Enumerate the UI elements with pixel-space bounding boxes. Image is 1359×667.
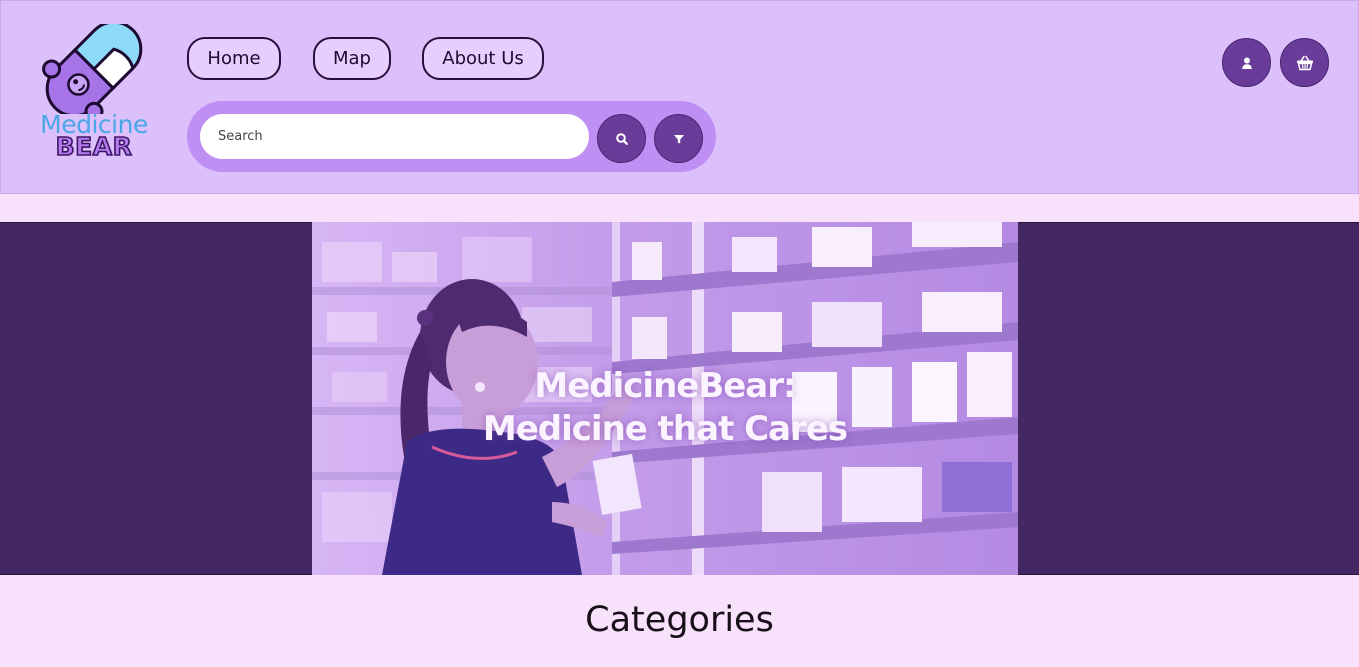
hero-title: MedicineBear: Medicine that Cares xyxy=(312,365,1018,451)
user-icon xyxy=(1241,57,1252,69)
hero-title-line1: MedicineBear: xyxy=(534,366,796,406)
hero-title-line2: Medicine that Cares xyxy=(482,409,848,449)
search-button[interactable] xyxy=(597,114,646,163)
nav-map-button[interactable]: Map xyxy=(313,37,391,80)
search-icon xyxy=(615,132,628,145)
hero-banner: MedicineBear: Medicine that Cares xyxy=(312,222,1018,575)
logo-word-bear: BEAR xyxy=(55,131,133,162)
account-button[interactable] xyxy=(1222,38,1271,87)
nav-home-button[interactable]: Home xyxy=(187,37,281,80)
filter-button[interactable] xyxy=(654,114,703,163)
search-input[interactable] xyxy=(200,114,589,159)
cart-button[interactable] xyxy=(1280,38,1329,87)
nav-about-button[interactable]: About Us xyxy=(422,37,544,80)
bear-pill-logo-icon xyxy=(42,24,143,114)
categories-heading: Categories xyxy=(585,600,774,640)
basket-icon xyxy=(1296,55,1313,70)
logo[interactable]: Medicine BEAR xyxy=(36,24,152,166)
filter-icon xyxy=(673,134,684,143)
